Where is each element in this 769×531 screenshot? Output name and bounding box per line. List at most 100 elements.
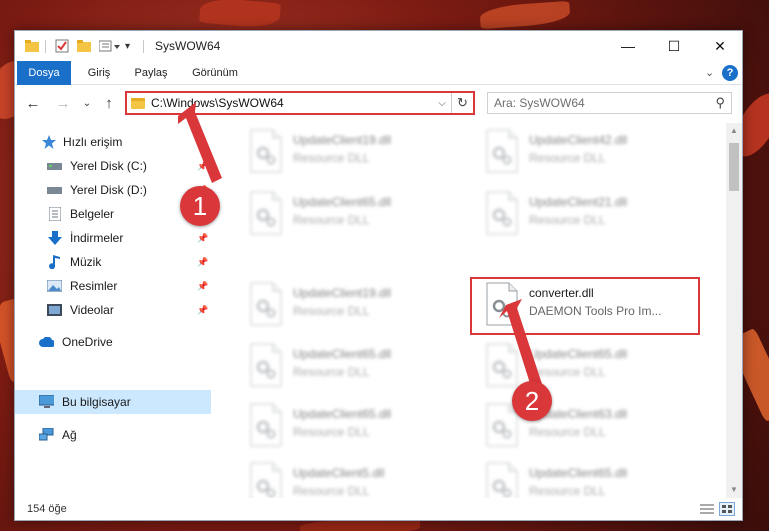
help-icon[interactable]: ? [722,65,738,81]
file-description: Resource DLL [529,425,606,439]
back-button[interactable]: ← [23,93,43,113]
ribbon-collapse-icon[interactable]: ⌄ [705,66,714,79]
recent-locations-button[interactable]: ⌄ [77,93,97,113]
up-button[interactable]: ↑ [99,93,119,113]
dll-file-icon [249,282,283,326]
sidebar-item-disk-c[interactable]: Yerel Disk (C:) 📌 [15,154,211,178]
sidebar-item-downloads[interactable]: İndirmeler 📌 [15,226,211,250]
file-description: Resource DLL [293,213,370,227]
ribbon-tabs: Dosya Giriş Paylaş Görünüm ⌄ ? [15,61,742,113]
sidebar-item-quick-access[interactable]: Hızlı erişim [15,130,211,154]
file-name: UpdateClient65.dll [529,347,628,361]
tab-home[interactable]: Giriş [79,61,119,85]
close-button[interactable]: ✕ [697,31,742,61]
file-item[interactable]: UpdateClient65.dll Resource DLL [241,341,461,393]
sidebar-item-label: Yerel Disk (D:) [70,183,147,197]
minimize-button[interactable]: — [605,31,651,61]
drive-icon [47,159,62,173]
file-description: Resource DLL [529,484,606,498]
file-description: Resource DLL [293,151,370,165]
file-name: UpdateClient21.dll [529,195,628,209]
scroll-up-icon[interactable]: ▲ [726,123,742,139]
file-name: UpdateClient42.dll [529,133,628,147]
sidebar-item-this-pc[interactable]: Bu bilgisayar [15,390,211,414]
refresh-button[interactable]: ↻ [451,93,473,113]
status-bar: 154 öğe [15,498,742,520]
pin-icon: 📌 [197,256,209,267]
dll-file-icon [485,462,519,498]
maximize-button[interactable]: ☐ [651,31,697,61]
details-view-icon[interactable] [699,502,715,516]
sidebar-item-label: Hızlı erişim [63,135,123,149]
sidebar-item-music[interactable]: Müzik 📌 [15,250,211,274]
file-name: UpdateClient65.dll [293,407,392,421]
file-list: UpdateClient19.dll Resource DLL UpdateClie… [211,123,728,498]
view-options-icon[interactable] [99,38,121,54]
sidebar-item-label: Ağ [62,428,77,442]
dll-file-icon [485,343,519,387]
file-item[interactable]: UpdateClient65.dll Resource DLL [477,460,697,498]
customize-toolbar-icon[interactable]: ▾ [125,38,130,54]
file-item[interactable]: UpdateClient63.dll Resource DLL [477,401,697,453]
navigation-pane: Hızlı erişim Yerel Disk (C:) 📌 Yerel Dis… [15,123,211,498]
tiles-view-icon[interactable] [719,502,735,516]
forward-button[interactable]: → [53,93,73,113]
file-item[interactable]: UpdateClient65.dll Resource DLL [241,189,461,241]
wallpaper-leaf [199,0,281,30]
file-name: UpdateClient5.dll [293,466,385,480]
star-icon [41,135,56,149]
new-folder-icon[interactable] [77,38,91,54]
address-dropdown-icon[interactable]: ⌵ [433,98,451,109]
address-path[interactable]: C:\Windows\SysWOW64 [151,96,433,110]
sidebar-item-label: Bu bilgisayar [62,395,131,409]
search-input[interactable]: Ara: SysWOW64 [494,96,715,110]
separator [45,40,46,53]
file-name: UpdateClient65.dll [293,195,392,209]
scroll-thumb[interactable] [729,143,739,191]
drive-icon [47,183,62,197]
tab-view[interactable]: Görünüm [185,61,245,85]
file-item[interactable]: UpdateClient5.dll Resource DLL [241,460,461,498]
file-description: Resource DLL [529,213,606,227]
scroll-down-icon[interactable]: ▼ [726,482,742,498]
file-description: Resource DLL [293,484,370,498]
file-item[interactable]: UpdateClient42.dll Resource DLL [477,127,697,179]
file-description: Resource DLL [529,151,606,165]
search-icon: ⚲ [715,95,725,110]
download-icon [47,231,62,245]
file-description: Resource DLL [293,365,370,379]
pin-icon: 📌 [197,232,209,243]
step-badge-1: 1 [180,186,220,226]
sidebar-item-onedrive[interactable]: OneDrive [15,330,211,354]
vertical-scrollbar[interactable]: ▲ ▼ [726,123,742,498]
search-box[interactable]: Ara: SysWOW64 ⚲ [487,92,732,114]
sidebar-item-label: Videolar [70,303,114,317]
dll-file-icon [249,343,283,387]
file-item[interactable]: UpdateClient65.dll Resource DLL [241,401,461,453]
file-description: Resource DLL [293,425,370,439]
folder-icon [25,38,39,54]
file-item[interactable]: UpdateClient65.dll Resource DLL [477,341,697,393]
file-item[interactable]: UpdateClient19.dll Resource DLL [241,127,461,179]
file-item[interactable]: UpdateClient19.dll Resource DLL [241,280,461,332]
file-item[interactable]: UpdateClient21.dll Resource DLL [477,189,697,241]
dll-file-icon [249,129,283,173]
sidebar-item-label: Belgeler [70,207,115,221]
wallpaper-leaf [479,0,571,30]
separator [143,40,144,53]
pictures-icon [47,279,62,293]
tab-share[interactable]: Paylaş [127,61,175,85]
folder-icon [131,97,145,109]
sidebar-item-videos[interactable]: Videolar 📌 [15,298,211,322]
sidebar-item-network[interactable]: Ağ [15,423,211,447]
address-bar[interactable]: C:\Windows\SysWOW64 ⌵ ↻ [125,91,475,115]
dll-file-icon [249,191,283,235]
item-count: 154 öğe [27,503,67,515]
sidebar-item-label: Resimler [70,279,118,293]
sidebar-item-pictures[interactable]: Resimler 📌 [15,274,211,298]
file-description: Resource DLL [293,304,370,318]
sidebar-item-label: Müzik [70,255,102,269]
dll-file-icon [485,191,519,235]
properties-icon[interactable] [55,38,69,54]
file-highlight-box [470,277,700,335]
